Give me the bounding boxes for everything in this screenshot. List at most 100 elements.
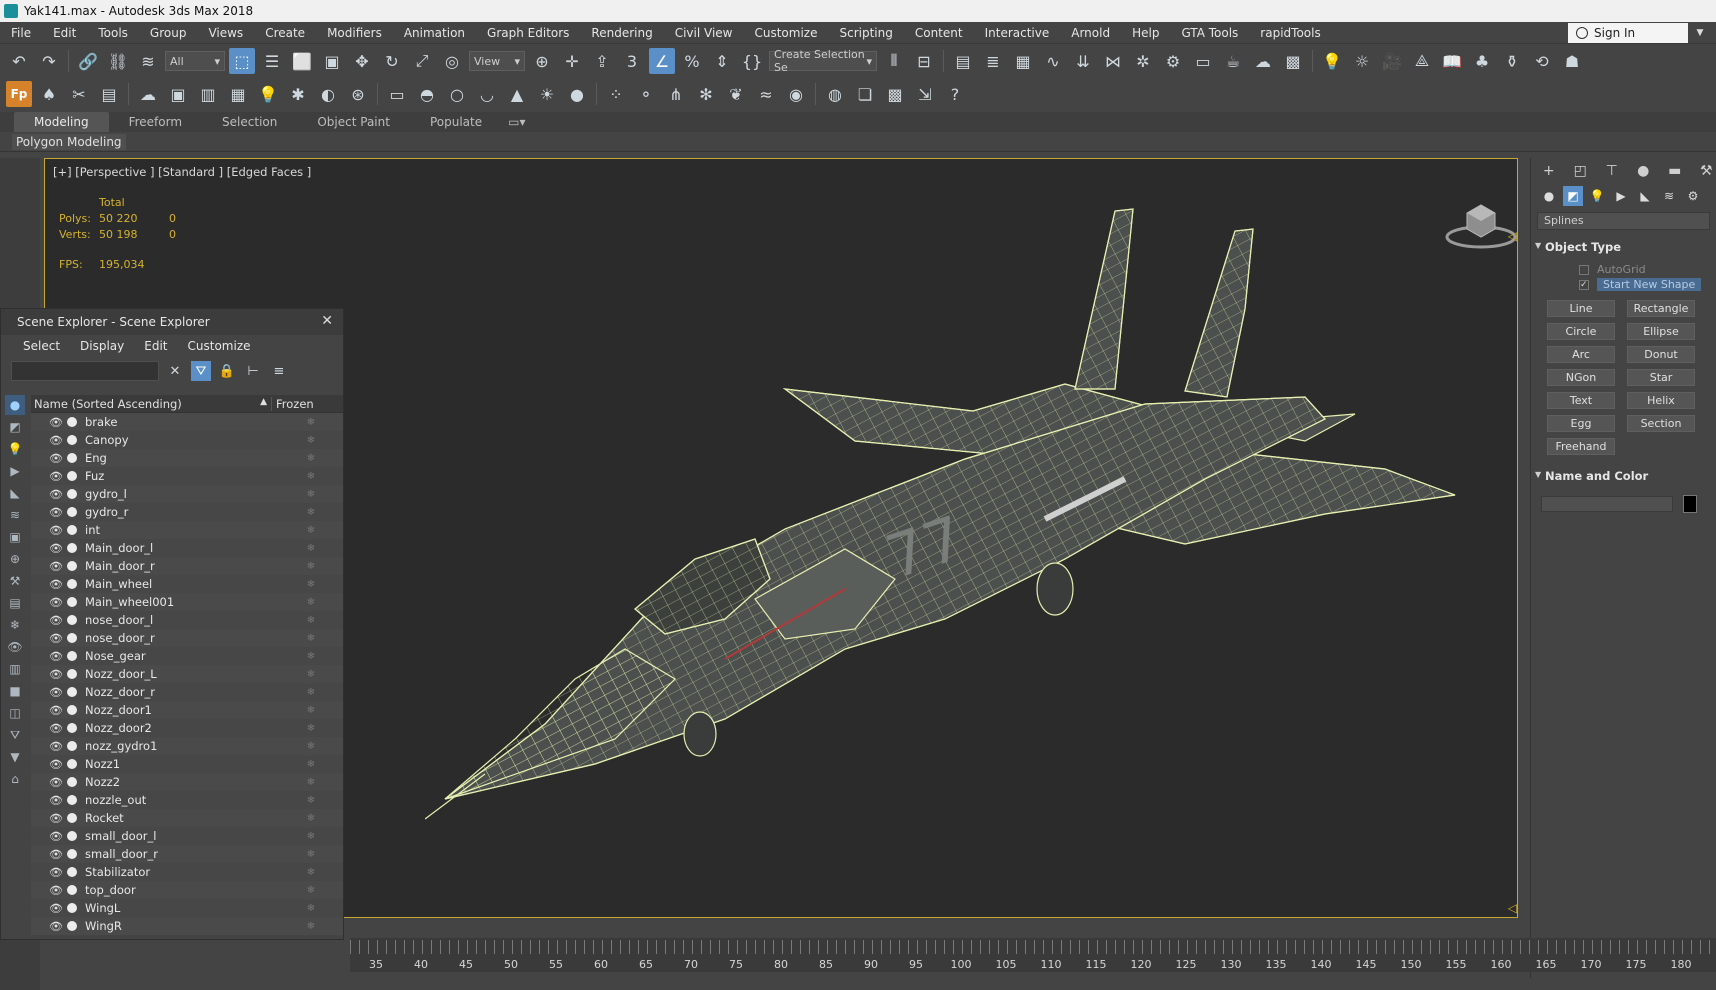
funnel-icon[interactable]: ▼ (5, 747, 25, 767)
frozen-snowflake-icon[interactable]: ❄ (281, 543, 341, 554)
lock-icon[interactable]: 🔒 (217, 361, 237, 381)
redo-icon[interactable]: ↷ (36, 48, 62, 74)
render-iterative-icon[interactable]: ☁ (1250, 48, 1276, 74)
menu-help[interactable]: Help (1121, 22, 1170, 44)
visibility-eye-icon[interactable]: 👁 (49, 812, 63, 825)
layer-explorer-icon[interactable]: ≣ (980, 48, 1006, 74)
edit-named-selection-icon[interactable]: {} (739, 48, 765, 74)
visibility-eye-icon[interactable]: 👁 (49, 704, 63, 717)
help-icon[interactable]: ? (942, 81, 968, 107)
light-icon[interactable]: 💡 (1319, 48, 1345, 74)
scene-object-row[interactable]: 👁 Nozz_door2 ❄ (31, 719, 343, 737)
se-menu-edit[interactable]: Edit (134, 339, 177, 353)
tab-populate[interactable]: Populate (410, 112, 502, 132)
grid-icon[interactable]: ▦ (225, 81, 251, 107)
render-toggle-icon[interactable] (67, 615, 77, 625)
shapes-category-icon[interactable]: ◩ (1563, 186, 1583, 206)
render-toggle-icon[interactable] (67, 903, 77, 913)
scene-object-row[interactable]: 👁 WingL ❄ (31, 899, 343, 917)
scene-object-row[interactable]: 👁 Nozz2 ❄ (31, 773, 343, 791)
render-toggle-icon[interactable] (67, 651, 77, 661)
select-manipulate-icon[interactable]: ✛ (559, 48, 585, 74)
sphere-primitive-icon[interactable]: ○ (444, 81, 470, 107)
light-filter-icon[interactable]: 💡 (5, 439, 25, 459)
render-toggle-icon[interactable] (67, 723, 77, 733)
visibility-eye-icon[interactable]: 👁 (49, 434, 63, 447)
visibility-eye-icon[interactable]: 👁 (49, 758, 63, 771)
ribbon-toggle-icon[interactable]: ▦ (1010, 48, 1036, 74)
chevron-down-icon[interactable]: ▼ (1690, 23, 1710, 43)
scene-object-row[interactable]: 👁 int ❄ (31, 521, 343, 539)
tab-modeling[interactable]: Modeling (14, 112, 109, 132)
link-icon[interactable]: 🔗 (75, 48, 101, 74)
menu-group[interactable]: Group (139, 22, 198, 44)
visibility-eye-icon[interactable]: 👁 (49, 902, 63, 915)
scene-object-row[interactable]: 👁 Main_wheel ❄ (31, 575, 343, 593)
render-toggle-icon[interactable] (67, 705, 77, 715)
ribbon-options-icon[interactable]: ▭▾ (502, 112, 531, 132)
scene-object-row[interactable]: 👁 Fuz ❄ (31, 467, 343, 485)
arc-button[interactable]: Arc (1547, 346, 1615, 363)
menu-modifiers[interactable]: Modifiers (316, 22, 393, 44)
frozen-snowflake-icon[interactable]: ❄ (281, 741, 341, 752)
frozen-snowflake-icon[interactable]: ❄ (281, 417, 341, 428)
reference-coordinate-dropdown[interactable]: View ▾ (469, 51, 525, 71)
visibility-eye-icon[interactable]: 👁 (49, 794, 63, 807)
frozen-snowflake-icon[interactable]: ❄ (281, 885, 341, 896)
render-toggle-icon[interactable] (67, 489, 77, 499)
frozen-snowflake-icon[interactable]: ❄ (281, 525, 341, 536)
search-input[interactable] (11, 361, 159, 381)
start-new-shape-checkbox[interactable]: ✓ Start New Shape (1541, 277, 1706, 292)
spacewarps-category-icon[interactable]: ≋ (1659, 186, 1679, 206)
hair-fur-icon[interactable]: ≈ (753, 81, 779, 107)
frozen-snowflake-icon[interactable]: ❄ (281, 849, 341, 860)
percent-snap-icon[interactable]: % (679, 48, 705, 74)
lights-category-icon[interactable]: 💡 (1587, 186, 1607, 206)
render-toggle-icon[interactable] (67, 525, 77, 535)
invert-display-icon[interactable]: ◫ (5, 703, 25, 723)
frozen-snowflake-icon[interactable]: ❄ (281, 651, 341, 662)
visibility-eye-icon[interactable]: 👁 (49, 722, 63, 735)
render-toggle-icon[interactable] (67, 795, 77, 805)
scene-object-row[interactable]: 👁 Nozz_door_L ❄ (31, 665, 343, 683)
menu-gta-tools[interactable]: GTA Tools (1170, 22, 1249, 44)
keyboard-shortcut-override-icon[interactable]: ⇪ (589, 48, 615, 74)
named-selection-dropdown[interactable]: Create Selection Se ▾ (769, 48, 877, 74)
schematic-view-icon[interactable]: ⋈ (1100, 48, 1126, 74)
frozen-snowflake-icon[interactable]: ❄ (281, 831, 341, 842)
scene-object-row[interactable]: 👁 Main_wheel001 ❄ (31, 593, 343, 611)
visibility-eye-icon[interactable]: 👁 (49, 848, 63, 861)
geometry-filter-icon[interactable]: ● (5, 395, 25, 415)
menu-animation[interactable]: Animation (393, 22, 476, 44)
pivot-center-icon[interactable]: ⊕ (529, 48, 555, 74)
render-production-icon[interactable]: ☕ (1220, 48, 1246, 74)
gear-flower-icon[interactable]: ✻ (693, 81, 719, 107)
hidden-filter-icon[interactable]: 👁 (5, 637, 25, 657)
render-toggle-icon[interactable] (67, 867, 77, 877)
star-button[interactable]: Star (1627, 369, 1695, 386)
yak141-wireframe-model[interactable]: 77 (425, 179, 1485, 899)
helpers-category-icon[interactable]: ◣ (1635, 186, 1655, 206)
dots-grid-icon[interactable]: ⁘ (603, 81, 629, 107)
autogrid-checkbox[interactable]: AutoGrid (1541, 262, 1706, 277)
menu-civil-view[interactable]: Civil View (664, 22, 744, 44)
rotate-icon[interactable]: ↻ (379, 48, 405, 74)
menu-graph-editors[interactable]: Graph Editors (476, 22, 580, 44)
motion-tab-icon[interactable]: ● (1634, 161, 1654, 181)
menu-edit[interactable]: Edit (42, 22, 87, 44)
create-tab-icon[interactable]: + (1539, 161, 1559, 181)
filter-funnel-icon[interactable]: ⛛ (5, 725, 25, 745)
scene-object-row[interactable]: 👁 WingR ❄ (31, 917, 343, 935)
visibility-eye-icon[interactable]: 👁 (49, 866, 63, 879)
helper-filter-icon[interactable]: ◣ (5, 483, 25, 503)
menu-tools[interactable]: Tools (87, 22, 139, 44)
se-menu-select[interactable]: Select (13, 339, 70, 353)
frame-icon[interactable]: ▣ (165, 81, 191, 107)
visibility-eye-icon[interactable]: 👁 (49, 452, 63, 465)
scene-object-row[interactable]: 👁 Nozz_door_r ❄ (31, 683, 343, 701)
sun-light-icon[interactable]: ☀ (534, 81, 560, 107)
menu-file[interactable]: File (0, 22, 42, 44)
egg-button[interactable]: Egg (1547, 415, 1615, 432)
viewcube[interactable] (1441, 193, 1518, 253)
scene-object-row[interactable]: 👁 nose_door_r ❄ (31, 629, 343, 647)
